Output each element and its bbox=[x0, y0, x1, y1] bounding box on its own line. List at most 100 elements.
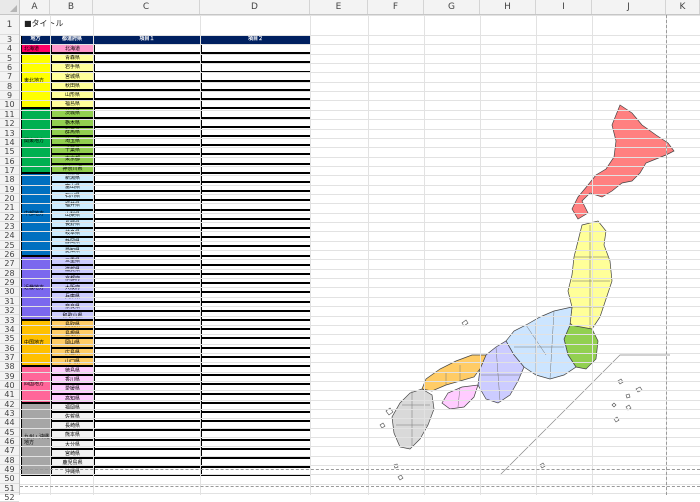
item1-cell[interactable] bbox=[94, 421, 201, 431]
prefecture-cell[interactable]: 長崎県 bbox=[51, 421, 94, 431]
item1-cell[interactable] bbox=[94, 412, 201, 422]
item2-cell[interactable] bbox=[201, 172, 311, 182]
item2-cell[interactable] bbox=[201, 393, 311, 403]
row-header[interactable]: 48 bbox=[0, 456, 19, 466]
row-header[interactable]: 50 bbox=[0, 474, 19, 484]
column-header-g[interactable]: G bbox=[424, 0, 480, 14]
row-header[interactable]: 1 bbox=[0, 15, 19, 35]
row-header[interactable]: 4 bbox=[0, 44, 19, 54]
prefecture-cell[interactable]: 新潟県 bbox=[51, 172, 94, 182]
item2-cell[interactable] bbox=[201, 366, 311, 376]
row-header[interactable]: 5 bbox=[0, 54, 19, 64]
prefecture-cell[interactable]: 徳島県 bbox=[51, 366, 94, 376]
item2-cell[interactable] bbox=[201, 384, 311, 394]
row-header[interactable]: 46 bbox=[0, 437, 19, 447]
row-header[interactable]: 6 bbox=[0, 63, 19, 73]
prefecture-cell[interactable]: 福岡県 bbox=[51, 402, 94, 412]
row-header[interactable]: 36 bbox=[0, 344, 19, 353]
prefecture-cell[interactable]: 北海道 bbox=[51, 44, 94, 54]
prefecture-cell[interactable]: 高知県 bbox=[51, 393, 94, 403]
item1-cell[interactable] bbox=[94, 439, 201, 449]
item1-cell[interactable] bbox=[94, 191, 201, 201]
item1-cell[interactable] bbox=[94, 228, 201, 238]
item2-cell[interactable] bbox=[201, 200, 311, 210]
table-header-cell[interactable]: 都道府県 bbox=[51, 35, 94, 44]
row-header[interactable]: 51 bbox=[0, 484, 19, 494]
prefecture-cell[interactable]: 福井県 bbox=[51, 200, 94, 210]
prefecture-cell[interactable]: 佐賀県 bbox=[51, 412, 94, 422]
prefecture-cell[interactable]: 石川県 bbox=[51, 191, 94, 201]
item2-cell[interactable] bbox=[201, 237, 311, 247]
row-header[interactable]: 29 bbox=[0, 278, 19, 288]
item2-cell[interactable] bbox=[201, 218, 311, 228]
row-header[interactable]: 30 bbox=[0, 287, 19, 297]
row-header[interactable]: 33 bbox=[0, 316, 19, 325]
prefecture-cell[interactable]: 長野県 bbox=[51, 218, 94, 228]
column-header-b[interactable]: B bbox=[50, 0, 93, 14]
row-header[interactable]: 27 bbox=[0, 259, 19, 269]
column-header-d[interactable]: D bbox=[200, 0, 310, 14]
row-header[interactable]: 45 bbox=[0, 428, 19, 438]
item2-cell[interactable] bbox=[201, 209, 311, 219]
row-header[interactable]: 26 bbox=[0, 250, 19, 260]
row-header[interactable]: 35 bbox=[0, 334, 19, 344]
row-header[interactable]: 12 bbox=[0, 119, 19, 129]
item1-cell[interactable] bbox=[94, 182, 201, 192]
row-header[interactable]: 22 bbox=[0, 213, 19, 222]
prefecture-cell[interactable]: 香川県 bbox=[51, 375, 94, 385]
prefecture-cell[interactable]: 山梨県 bbox=[51, 209, 94, 219]
row-header[interactable]: 49 bbox=[0, 465, 19, 475]
row-header[interactable]: 8 bbox=[0, 82, 19, 92]
row-header[interactable]: 20 bbox=[0, 194, 19, 204]
item1-cell[interactable] bbox=[94, 384, 201, 394]
row-header[interactable]: 10 bbox=[0, 100, 19, 110]
prefecture-cell[interactable]: 静岡県 bbox=[51, 237, 94, 247]
region-cell[interactable]: 北海道 bbox=[21, 44, 51, 54]
row-header[interactable]: 17 bbox=[0, 166, 19, 176]
item2-cell[interactable] bbox=[201, 412, 311, 422]
row-header[interactable]: 28 bbox=[0, 269, 19, 279]
column-header-i[interactable]: I bbox=[536, 0, 592, 14]
column-header-c[interactable]: C bbox=[93, 0, 200, 14]
row-header[interactable]: 42 bbox=[0, 400, 19, 409]
item1-cell[interactable] bbox=[94, 200, 201, 210]
row-header[interactable]: 7 bbox=[0, 72, 19, 82]
column-header-f[interactable]: F bbox=[368, 0, 424, 14]
row-header[interactable]: 9 bbox=[0, 91, 19, 101]
row-header[interactable]: 39 bbox=[0, 372, 19, 381]
item2-cell[interactable] bbox=[201, 182, 311, 192]
row-header[interactable]: 32 bbox=[0, 306, 19, 316]
item2-cell[interactable] bbox=[201, 44, 311, 54]
row-header[interactable]: 25 bbox=[0, 241, 19, 251]
row-header[interactable]: 31 bbox=[0, 297, 19, 307]
prefecture-cell[interactable]: 熊本県 bbox=[51, 430, 94, 440]
row-header[interactable]: 23 bbox=[0, 222, 19, 232]
table-header-cell[interactable]: 項目２ bbox=[201, 35, 311, 44]
row-header[interactable]: 38 bbox=[0, 362, 19, 372]
row-header[interactable]: 13 bbox=[0, 129, 19, 138]
item2-cell[interactable] bbox=[201, 421, 311, 431]
item1-cell[interactable] bbox=[94, 393, 201, 403]
row-header[interactable]: 11 bbox=[0, 110, 19, 120]
item1-cell[interactable] bbox=[94, 237, 201, 247]
row-header[interactable]: 40 bbox=[0, 381, 19, 391]
row-header[interactable]: 14 bbox=[0, 138, 19, 148]
item1-cell[interactable] bbox=[94, 430, 201, 440]
prefecture-cell[interactable]: 愛媛県 bbox=[51, 384, 94, 394]
row-header[interactable]: 37 bbox=[0, 353, 19, 363]
row-header[interactable]: 21 bbox=[0, 203, 19, 213]
row-header[interactable]: 19 bbox=[0, 185, 19, 194]
column-header-k[interactable]: K bbox=[666, 0, 700, 14]
row-header[interactable]: 52 bbox=[0, 493, 19, 502]
row-header[interactable]: 18 bbox=[0, 175, 19, 185]
item2-cell[interactable] bbox=[201, 439, 311, 449]
region-cell[interactable]: 関東地方 bbox=[21, 108, 51, 173]
row-header[interactable]: 34 bbox=[0, 325, 19, 335]
row-header[interactable]: 3 bbox=[0, 35, 19, 45]
row-header[interactable]: 43 bbox=[0, 409, 19, 419]
table-header-cell[interactable]: 地方 bbox=[21, 35, 51, 44]
prefecture-cell[interactable]: 大分県 bbox=[51, 439, 94, 449]
column-header-j[interactable]: J bbox=[592, 0, 666, 14]
column-header-h[interactable]: H bbox=[480, 0, 536, 14]
item1-cell[interactable] bbox=[94, 172, 201, 182]
